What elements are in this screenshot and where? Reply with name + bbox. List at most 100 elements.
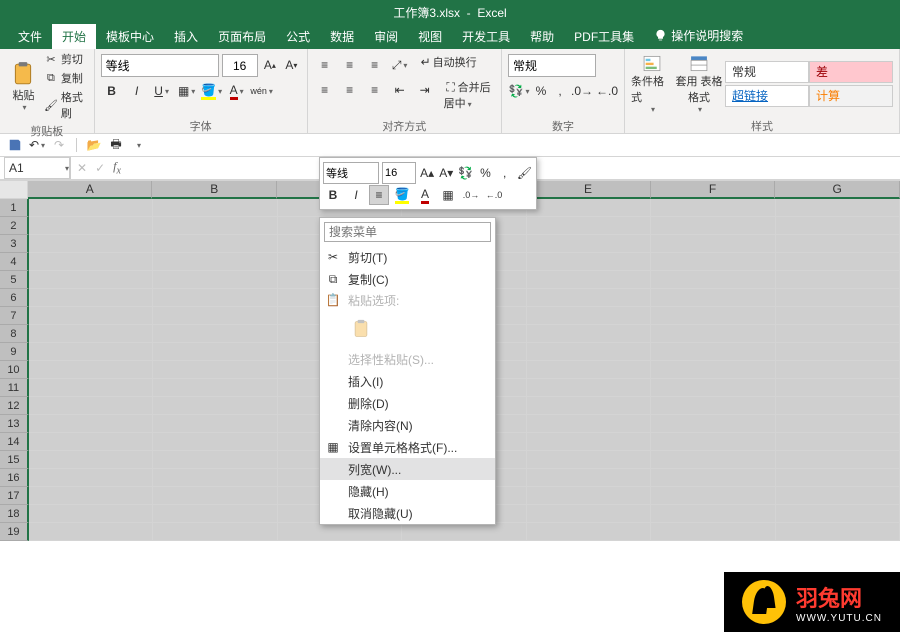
cell[interactable] (527, 415, 651, 433)
tab-dev[interactable]: 开发工具 (452, 23, 520, 49)
cell[interactable] (153, 415, 277, 433)
cell[interactable] (651, 361, 775, 379)
cell[interactable] (29, 415, 153, 433)
cell[interactable] (651, 289, 775, 307)
cell[interactable] (153, 307, 277, 325)
phonetic-button[interactable]: wén▾ (251, 80, 273, 102)
cell[interactable] (527, 253, 651, 271)
ctx-search-input[interactable] (324, 222, 491, 242)
mini-bold[interactable]: B (323, 185, 343, 205)
cell-style-calc[interactable]: 计算 (809, 85, 893, 107)
cell-style-normal[interactable]: 常规 (725, 61, 809, 83)
font-size-select[interactable] (222, 54, 258, 77)
cell[interactable] (153, 433, 277, 451)
cell[interactable] (153, 361, 277, 379)
cell[interactable] (651, 397, 775, 415)
format-painter-button[interactable]: 🖌格式刷 (44, 89, 88, 121)
bold-button[interactable]: B (101, 80, 123, 102)
paste-button[interactable]: 粘贴 ▾ (6, 56, 41, 116)
cell[interactable] (153, 469, 277, 487)
mini-decrease-font[interactable]: A▾ (438, 163, 454, 183)
format-as-table-button[interactable]: 套用 表格格式▾ (673, 54, 725, 114)
decrease-decimal-button[interactable]: ←.0 (596, 80, 618, 102)
row-header[interactable]: 6 (0, 289, 29, 307)
tab-home[interactable]: 开始 (52, 23, 96, 49)
row-header[interactable]: 19 (0, 523, 29, 541)
conditional-formatting-button[interactable]: 条件格式▾ (631, 54, 673, 114)
ctx-insert[interactable]: 插入(I) (320, 370, 495, 392)
cell[interactable] (651, 271, 775, 289)
italic-button[interactable]: I (126, 80, 148, 102)
cell[interactable] (651, 487, 775, 505)
cell[interactable] (776, 307, 900, 325)
cell[interactable] (153, 397, 277, 415)
row-header[interactable]: 11 (0, 379, 29, 397)
ctx-format-cells[interactable]: ▦设置单元格格式(F)... (320, 436, 495, 458)
indent-increase-button[interactable]: ⇥ (414, 79, 436, 101)
mini-font-select[interactable] (323, 162, 379, 184)
col-header-B[interactable]: B (152, 181, 277, 199)
cell[interactable] (776, 361, 900, 379)
cell[interactable] (29, 451, 153, 469)
cell[interactable] (776, 415, 900, 433)
qat-print-button[interactable]: 🖶 (107, 136, 125, 154)
font-name-select[interactable] (101, 54, 219, 77)
cell[interactable] (776, 271, 900, 289)
cell[interactable] (29, 523, 153, 541)
cell[interactable] (402, 523, 526, 541)
cell[interactable] (776, 217, 900, 235)
cell[interactable] (527, 379, 651, 397)
cell[interactable] (651, 415, 775, 433)
cell[interactable] (29, 361, 153, 379)
align-right-button[interactable]: ≡ (364, 79, 386, 101)
align-center-button[interactable]: ≡ (339, 79, 361, 101)
cell[interactable] (776, 289, 900, 307)
decrease-font-button[interactable]: A▾ (282, 54, 301, 76)
ctx-hide[interactable]: 隐藏(H) (320, 480, 495, 502)
row-header[interactable]: 10 (0, 361, 29, 379)
row-header[interactable]: 8 (0, 325, 29, 343)
cell[interactable] (651, 199, 775, 217)
row-header[interactable]: 13 (0, 415, 29, 433)
cell[interactable] (527, 289, 651, 307)
cell[interactable] (29, 343, 153, 361)
cell[interactable] (776, 487, 900, 505)
mini-font-color[interactable]: A (415, 185, 435, 205)
tab-formulas[interactable]: 公式 (276, 23, 320, 49)
cell[interactable] (29, 235, 153, 253)
row-header[interactable]: 1 (0, 199, 29, 217)
fill-color-button[interactable]: 🪣▾ (201, 80, 223, 102)
row-header[interactable]: 2 (0, 217, 29, 235)
cell[interactable] (527, 271, 651, 289)
cell[interactable] (153, 289, 277, 307)
cell[interactable] (527, 397, 651, 415)
ctx-unhide[interactable]: 取消隐藏(U) (320, 502, 495, 524)
tab-help[interactable]: 帮助 (520, 23, 564, 49)
cell[interactable] (527, 451, 651, 469)
cell[interactable] (153, 487, 277, 505)
number-format-select[interactable] (508, 54, 596, 77)
cell[interactable] (29, 433, 153, 451)
mini-currency[interactable]: 💱 (457, 163, 474, 183)
row-header[interactable]: 12 (0, 397, 29, 415)
cell[interactable] (29, 397, 153, 415)
cell[interactable] (29, 199, 153, 217)
cell[interactable] (527, 199, 651, 217)
comma-button[interactable]: , (552, 80, 568, 102)
cell[interactable] (527, 361, 651, 379)
cell[interactable] (153, 199, 277, 217)
tab-template[interactable]: 模板中心 (96, 23, 164, 49)
cell[interactable] (29, 307, 153, 325)
tab-insert[interactable]: 插入 (164, 23, 208, 49)
tab-data[interactable]: 数据 (320, 23, 364, 49)
row-header[interactable]: 9 (0, 343, 29, 361)
mini-align-center[interactable]: ≡ (369, 185, 389, 205)
qat-open-button[interactable]: 📂 (85, 136, 103, 154)
cell[interactable] (651, 325, 775, 343)
row-header[interactable]: 17 (0, 487, 29, 505)
mini-format-painter[interactable]: 🖌 (516, 163, 533, 183)
border-button[interactable]: ▦▾ (176, 80, 198, 102)
cell[interactable] (527, 505, 651, 523)
ctx-paste-button[interactable] (348, 316, 374, 342)
cell[interactable] (651, 505, 775, 523)
